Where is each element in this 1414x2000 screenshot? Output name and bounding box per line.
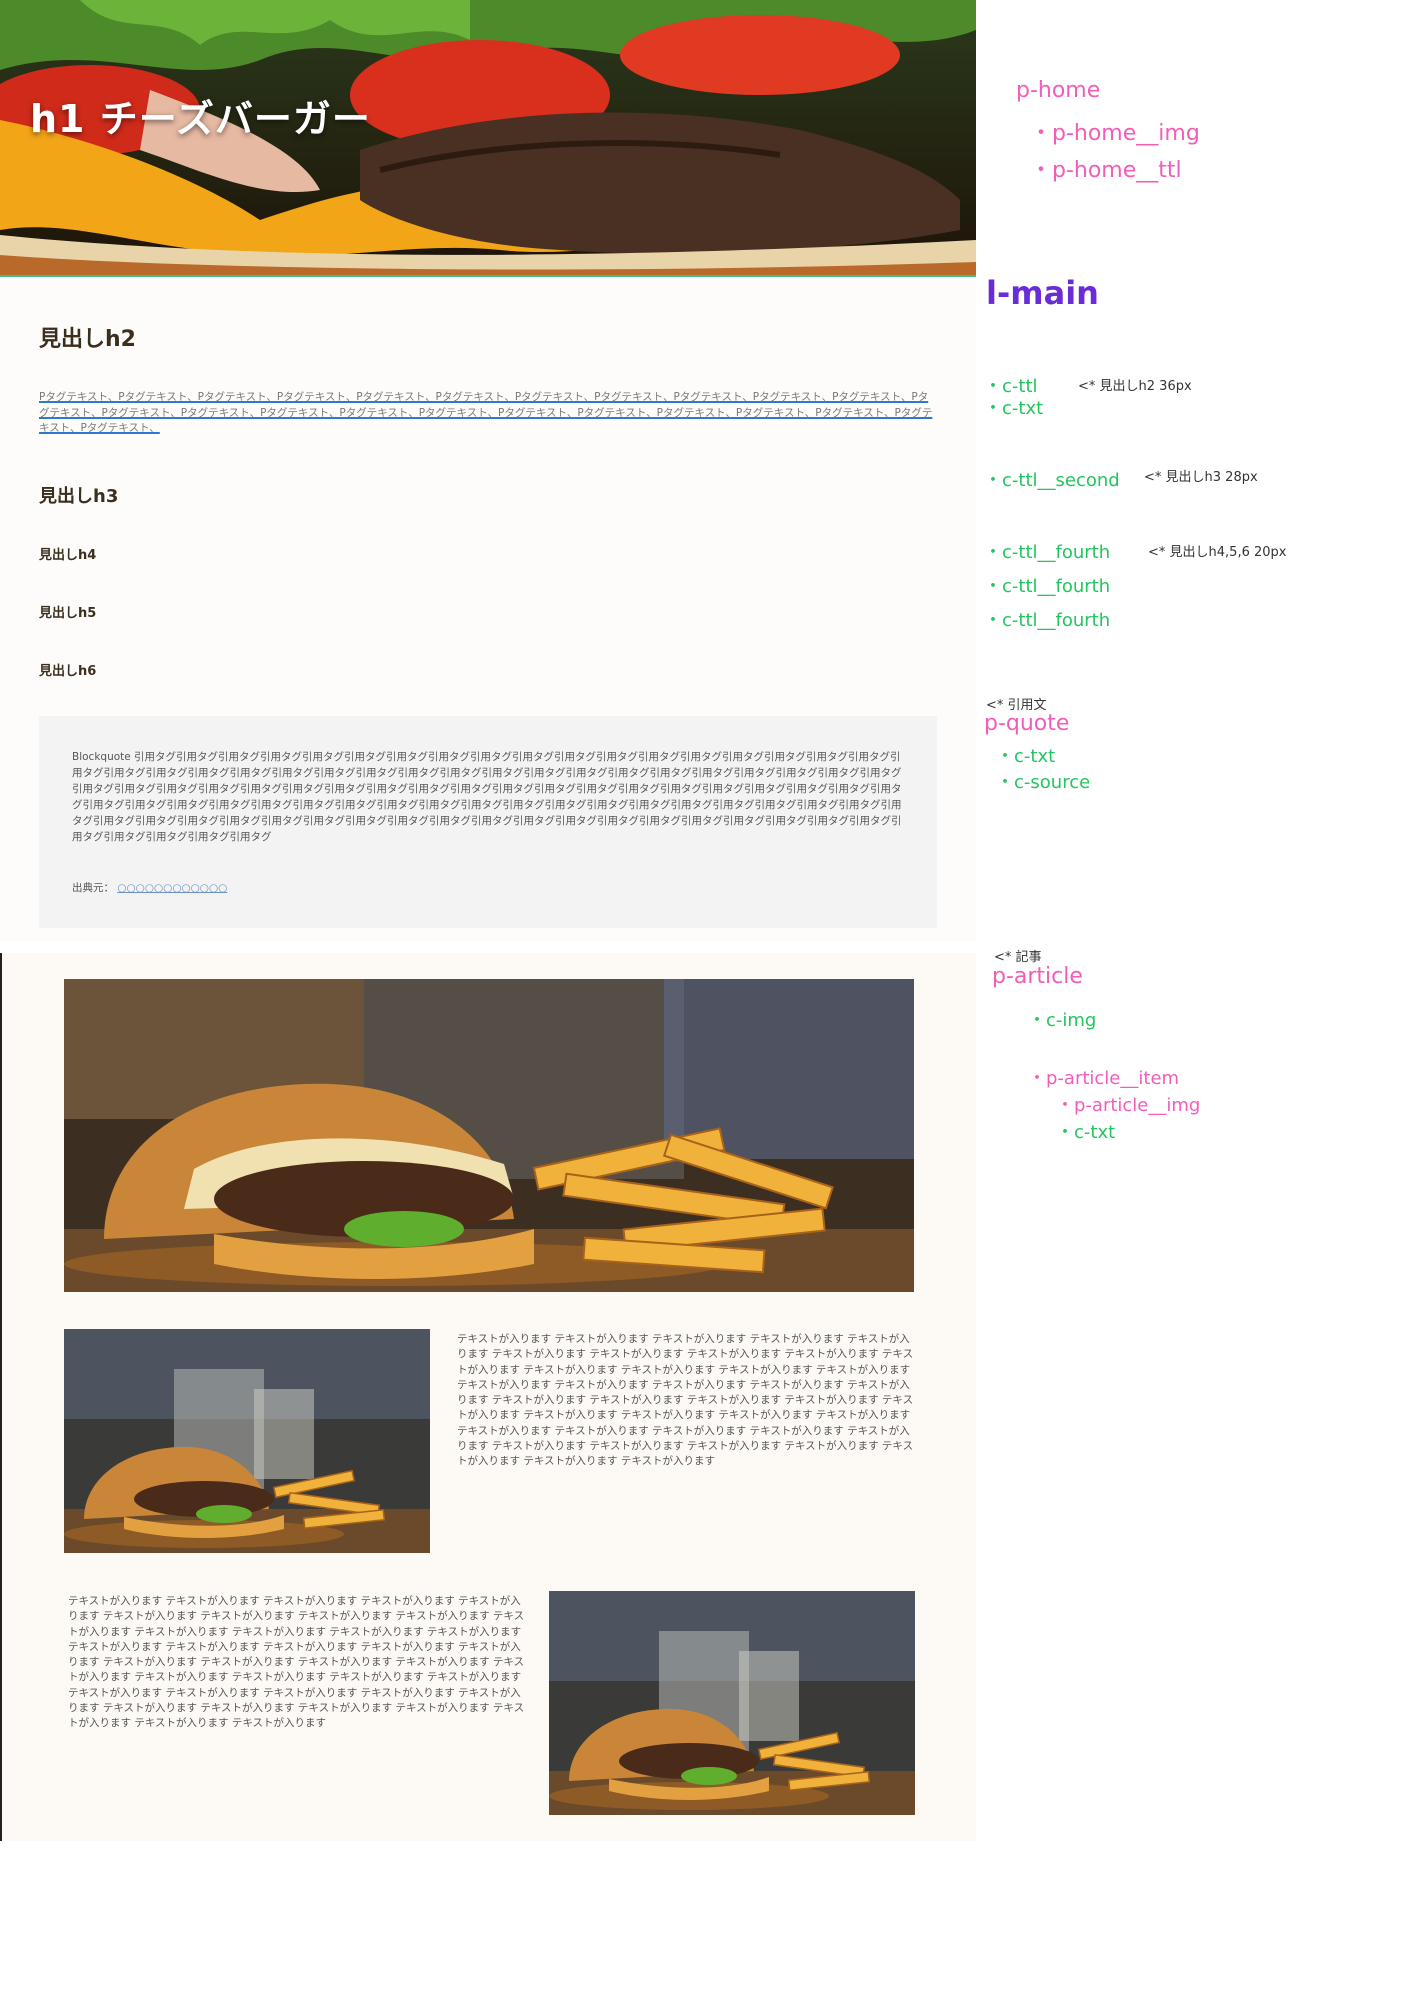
heading-h5: 見出しh5 bbox=[39, 606, 97, 621]
annotation-c-ttl-note: <* 見出しh2 36px bbox=[1078, 379, 1192, 394]
annotation-article-note: <* 記事 bbox=[994, 950, 1042, 965]
quote-source-link[interactable]: ○○○○○○○○○○○○ bbox=[117, 882, 227, 894]
annotation-p-article-item: ・p-article__item bbox=[1028, 1068, 1180, 1089]
article-section: テキストが入ります テキストが入ります テキストが入ります テキストが入ります … bbox=[0, 953, 976, 1841]
annotation-c-ttl-fourth-note: <* 見出しh4,5,6 20px bbox=[1148, 545, 1287, 560]
article-item-image-1 bbox=[64, 1329, 430, 1553]
annotation-c-img: ・c-img bbox=[1028, 1010, 1097, 1031]
quote-source-label: 出典元： bbox=[72, 882, 114, 894]
heading-h6: 見出しh6 bbox=[39, 664, 97, 679]
annotation-p-article: p-article bbox=[992, 964, 1083, 989]
heading-h3: 見出しh3 bbox=[39, 486, 119, 507]
heading-h4: 見出しh4 bbox=[39, 548, 97, 563]
annotation-c-txt: ・c-txt bbox=[984, 398, 1044, 419]
main-content: 見出しh2 Pタグテキスト、Pタグテキスト、Pタグテキスト、Pタグテキスト、Pタ… bbox=[0, 279, 976, 941]
annotation-p-article-img: ・p-article__img bbox=[1056, 1095, 1201, 1116]
annotation-l-main: l-main bbox=[986, 274, 1099, 312]
hero-section: h1 チーズバーガー bbox=[0, 0, 976, 277]
annotation-p-home-ttl: ・p-home__ttl bbox=[1030, 158, 1182, 183]
article-main-image bbox=[64, 979, 914, 1292]
annotation-c-ttl-fourth-3: ・c-ttl__fourth bbox=[984, 610, 1111, 631]
blockquote: Blockquote 引用タグ引用タグ引用タグ引用タグ引用タグ引用タグ引用タグ引… bbox=[39, 716, 937, 928]
heading-h2: 見出しh2 bbox=[39, 327, 136, 352]
link-paragraph[interactable]: Pタグテキスト、Pタグテキスト、Pタグテキスト、Pタグテキスト、Pタグテキスト、… bbox=[39, 390, 936, 437]
quote-text: Blockquote 引用タグ引用タグ引用タグ引用タグ引用タグ引用タグ引用タグ引… bbox=[72, 751, 902, 843]
annotation-p-home: p-home bbox=[1016, 78, 1101, 103]
quote-source: 出典元： ○○○○○○○○○○○○ bbox=[72, 880, 227, 895]
article-item-text-1: テキストが入ります テキストが入ります テキストが入ります テキストが入ります … bbox=[457, 1333, 914, 1468]
annotation-p-quote: p-quote bbox=[984, 711, 1070, 736]
article-item-text-2: テキストが入ります テキストが入ります テキストが入ります テキストが入ります … bbox=[68, 1595, 525, 1730]
annotation-c-ttl-second: ・c-ttl__second bbox=[984, 470, 1120, 491]
annotation-c-ttl-second-note: <* 見出しh3 28px bbox=[1144, 470, 1258, 485]
annotation-c-ttl-fourth-2: ・c-ttl__fourth bbox=[984, 576, 1111, 597]
annotation-article-c-txt: ・c-txt bbox=[1056, 1122, 1116, 1143]
annotation-c-ttl-fourth-1: ・c-ttl__fourth bbox=[984, 542, 1111, 563]
annotation-p-home-img: ・p-home__img bbox=[1030, 121, 1200, 146]
annotation-quote-c-source: ・c-source bbox=[996, 772, 1091, 793]
annotation-quote-c-txt: ・c-txt bbox=[996, 746, 1056, 767]
hero-title: h1 チーズバーガー bbox=[30, 97, 371, 141]
article-item-image-2 bbox=[549, 1591, 915, 1815]
